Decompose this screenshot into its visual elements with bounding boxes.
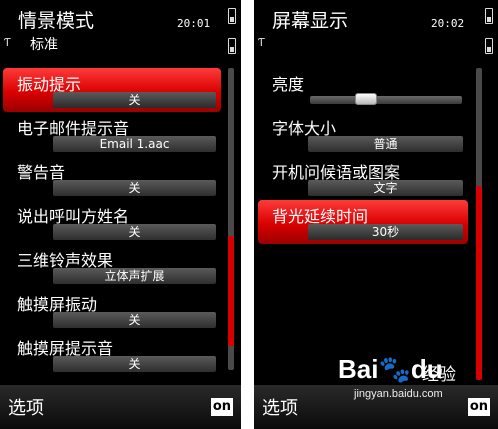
battery-icon — [228, 38, 236, 54]
left-phone-screen: 情景模式 Ƭ 标准 20:01 振动提示 关 电子邮件提示音 Email 1.a… — [0, 0, 241, 429]
setting-warning-tone[interactable]: 警告音 关 — [3, 156, 221, 200]
battery-icon — [228, 8, 236, 24]
setting-font-size[interactable]: 字体大小 普通 — [258, 112, 468, 156]
page-title: 情景模式 — [18, 10, 95, 32]
setting-value[interactable]: 关 — [53, 92, 216, 108]
battery-icon — [485, 38, 493, 54]
battery-icon — [485, 8, 493, 24]
settings-list: 亮度 字体大小 普通 开机问候语或图案 文字 背光延续时间 30秒 — [258, 68, 468, 244]
profile-name: 标准 — [30, 37, 58, 53]
signal-icon: Ƭ — [4, 36, 11, 49]
signal-icon: Ƭ — [258, 36, 265, 49]
slider-handle[interactable] — [355, 93, 378, 105]
setting-say-caller-name[interactable]: 说出呼叫方姓名 关 — [3, 200, 221, 244]
paw-icon: 🐾 — [378, 354, 411, 384]
setting-email-tone[interactable]: 电子邮件提示音 Email 1.aac — [3, 112, 221, 156]
setting-vibrate[interactable]: 振动提示 关 — [3, 68, 221, 112]
setting-value[interactable]: 30秒 — [308, 224, 463, 240]
setting-value[interactable]: 关 — [53, 356, 216, 372]
scrollbar[interactable] — [476, 68, 482, 198]
setting-value[interactable]: 关 — [53, 312, 216, 328]
setting-value[interactable]: 文字 — [308, 180, 463, 196]
brand-text: Bai — [338, 354, 379, 384]
status-bar: 屏幕显示 Ƭ 20:02 — [254, 0, 498, 66]
watermark-url: jingyan.baidu.com — [354, 388, 443, 400]
setting-value[interactable]: 关 — [53, 224, 216, 240]
brightness-slider[interactable] — [310, 93, 462, 105]
setting-value[interactable]: 普通 — [308, 136, 463, 152]
scroll-thumb[interactable] — [476, 190, 482, 380]
setting-value[interactable]: 关 — [53, 180, 216, 196]
clock: 20:02 — [431, 17, 465, 30]
setting-touch-tone[interactable]: 触摸屏提示音 关 — [3, 332, 221, 376]
options-softkey[interactable]: 选项 — [262, 394, 298, 420]
scroll-thumb[interactable] — [228, 236, 234, 346]
softkey-bar: 选项 on — [0, 385, 241, 429]
options-softkey[interactable]: 选项 — [8, 394, 44, 420]
clock: 20:01 — [177, 17, 211, 30]
page-title: 屏幕显示 — [272, 10, 349, 32]
setting-value[interactable]: Email 1.aac — [53, 136, 216, 152]
watermark-chinese: 经验 — [422, 365, 456, 385]
setting-label: 亮度 — [272, 75, 305, 94]
status-bar: 情景模式 Ƭ 标准 20:01 — [0, 0, 241, 66]
setting-value[interactable]: 立体声扩展 — [53, 268, 216, 284]
setting-backlight-timeout[interactable]: 背光延续时间 30秒 — [258, 200, 468, 244]
setting-touch-vibration[interactable]: 触摸屏振动 关 — [3, 288, 221, 332]
baidu-watermark: Bai🐾du 经验 jingyan.baidu.com — [338, 354, 488, 410]
settings-list: 振动提示 关 电子邮件提示音 Email 1.aac 警告音 关 说出呼叫方姓名… — [3, 68, 221, 376]
setting-3d-ringtone[interactable]: 三维铃声效果 立体声扩展 — [3, 244, 221, 288]
scrollbar[interactable] — [228, 68, 234, 370]
setting-welcome-note[interactable]: 开机问候语或图案 文字 — [258, 156, 468, 200]
input-mode-icon[interactable]: on — [210, 398, 233, 416]
setting-brightness[interactable]: 亮度 — [258, 68, 468, 112]
